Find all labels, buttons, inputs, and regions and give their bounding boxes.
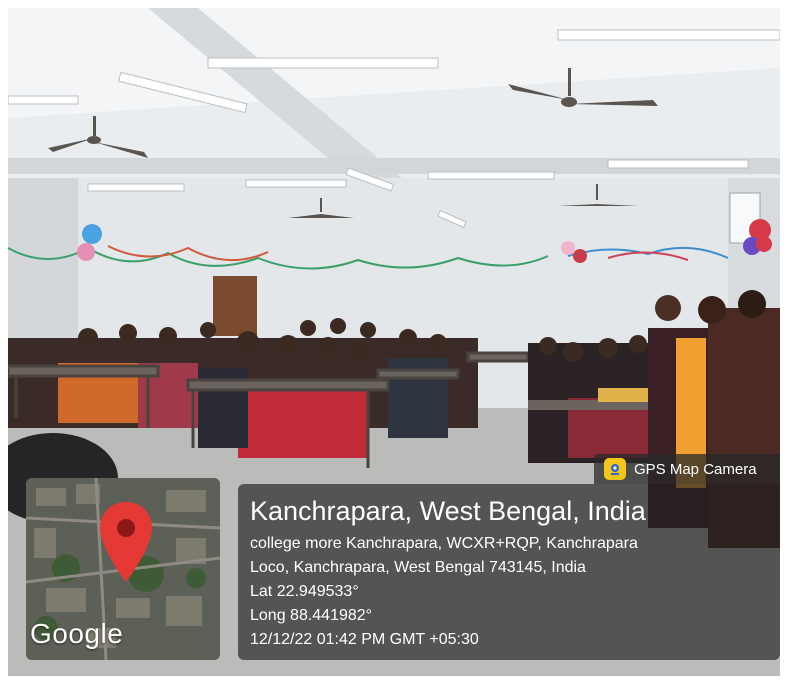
map-thumbnail: Google: [26, 478, 220, 660]
address-line-2: Loco, Kanchrapara, West Bengal 743145, I…: [250, 559, 586, 576]
longitude: Long 88.441982°: [250, 607, 373, 624]
classroom-photo: GPS Map Camera Google Kanchrapara, West …: [8, 8, 780, 676]
timestamp: 12/12/22 01:42 PM GMT +05:30: [250, 631, 479, 648]
address-line-1: college more Kanchrapara, WCXR+RQP, Kanc…: [250, 535, 638, 552]
location-pin-icon: [100, 502, 152, 582]
gps-map-camera-label: GPS Map Camera: [634, 460, 757, 478]
google-logo: Google: [30, 618, 124, 649]
location-info-panel: Kanchrapara, West Bengal, India college …: [238, 484, 780, 660]
latitude: Lat 22.949533°: [250, 583, 359, 600]
gps-map-camera-badge: GPS Map Camera: [594, 454, 780, 484]
place-title: Kanchrapara, West Bengal, India: [250, 496, 646, 526]
gps-map-camera-icon: [604, 458, 626, 480]
